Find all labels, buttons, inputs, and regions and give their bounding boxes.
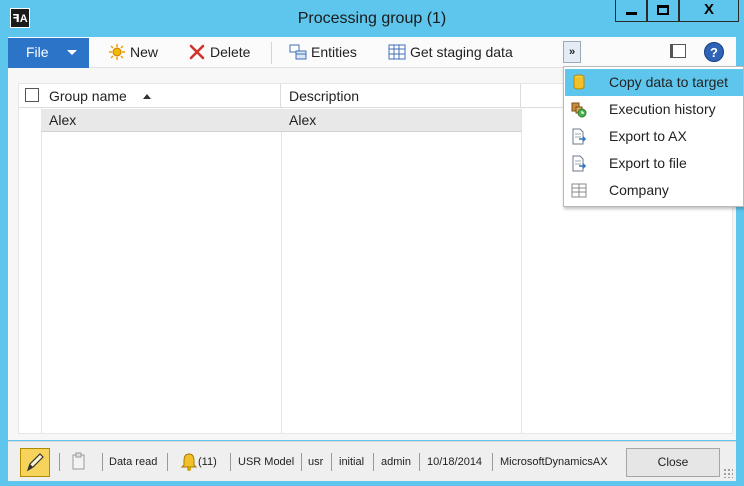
column-header-label: Group name bbox=[49, 88, 127, 104]
menu-item-label: Export to AX bbox=[609, 128, 687, 144]
cell-description[interactable]: Alex bbox=[281, 109, 521, 131]
column-divider bbox=[521, 108, 522, 433]
column-divider bbox=[41, 108, 42, 433]
layout-icon[interactable] bbox=[670, 44, 686, 58]
edit-mode-toggle[interactable] bbox=[20, 448, 50, 477]
staging-grid-icon bbox=[388, 44, 406, 60]
status-divider bbox=[419, 453, 420, 471]
entities-icon bbox=[289, 44, 307, 60]
menu-item-label: Export to file bbox=[609, 155, 687, 171]
help-icon[interactable]: ? bbox=[704, 42, 724, 62]
notification-bell-icon[interactable] bbox=[180, 452, 198, 472]
status-divider bbox=[102, 453, 103, 471]
table-row[interactable]: Alex Alex bbox=[41, 109, 521, 132]
delete-x-icon bbox=[189, 44, 205, 60]
overflow-chevron-button[interactable]: » bbox=[563, 41, 581, 63]
status-bar: Data read (11) USR Model usr initial adm… bbox=[8, 441, 736, 481]
file-menu-label: File bbox=[26, 44, 49, 60]
entities-button[interactable]: Entities bbox=[289, 43, 357, 63]
pencil-icon bbox=[26, 453, 44, 472]
column-header-label: Description bbox=[289, 88, 360, 104]
get-staging-data-button[interactable]: Get staging data bbox=[388, 43, 513, 63]
file-menu-button[interactable]: File bbox=[8, 38, 89, 68]
toolbar-divider bbox=[271, 42, 272, 64]
entities-label: Entities bbox=[311, 44, 357, 60]
maximize-icon bbox=[657, 5, 669, 15]
overflow-dropdown-menu: Copy data to target Execution history Ex… bbox=[563, 66, 744, 207]
processing-group-window: ꟻA Processing group (1) X File New Delet… bbox=[0, 0, 744, 486]
minimize-button[interactable] bbox=[615, 0, 647, 22]
action-toolbar: File New Delete Entities Get staging dat… bbox=[8, 37, 736, 68]
close-button[interactable]: Close bbox=[626, 448, 720, 477]
new-label: New bbox=[130, 44, 159, 60]
delete-button[interactable]: Delete bbox=[188, 43, 250, 63]
user-text: admin bbox=[381, 456, 411, 468]
notification-count[interactable]: (11) bbox=[198, 455, 217, 469]
database-copy-icon bbox=[573, 74, 585, 90]
status-divider bbox=[492, 453, 493, 471]
menu-item-export-to-file[interactable]: Export to file bbox=[565, 150, 743, 177]
status-divider bbox=[230, 453, 231, 471]
export-file-icon bbox=[572, 155, 587, 172]
menu-item-export-to-ax[interactable]: Export to AX bbox=[565, 123, 743, 150]
menu-item-copy-data-to-target[interactable]: Copy data to target bbox=[565, 69, 743, 96]
model-text: USR Model bbox=[238, 456, 295, 468]
menu-item-execution-history[interactable]: Execution history bbox=[565, 96, 743, 123]
minimize-icon bbox=[625, 12, 637, 15]
status-divider bbox=[301, 453, 302, 471]
status-divider bbox=[167, 453, 168, 471]
menu-item-label: Company bbox=[609, 182, 669, 198]
server-text: MicrosoftDynamicsAX bbox=[500, 456, 608, 468]
maximize-button[interactable] bbox=[647, 0, 679, 22]
column-divider bbox=[281, 108, 282, 433]
company-grid-icon bbox=[571, 183, 587, 198]
menu-item-company[interactable]: Company bbox=[565, 177, 743, 204]
status-divider bbox=[373, 453, 374, 471]
status-divider bbox=[59, 453, 60, 471]
column-header-description[interactable]: Description bbox=[281, 84, 521, 108]
title-bar[interactable]: ꟻA Processing group (1) X bbox=[0, 0, 744, 37]
sort-ascending-icon bbox=[142, 94, 151, 99]
select-all-checkbox[interactable] bbox=[25, 88, 39, 102]
new-button[interactable]: New bbox=[108, 43, 158, 63]
layer-text: usr bbox=[308, 456, 324, 468]
new-sun-icon bbox=[109, 44, 125, 60]
menu-item-label: Execution history bbox=[609, 101, 716, 117]
window-close-button[interactable]: X bbox=[679, 0, 739, 22]
get-staging-data-label: Get staging data bbox=[410, 44, 513, 60]
export-document-icon bbox=[572, 128, 587, 145]
attachment-icon[interactable] bbox=[71, 452, 87, 470]
status-divider bbox=[331, 453, 332, 471]
date-text: 10/18/2014 bbox=[427, 456, 483, 468]
column-header-group-name[interactable]: Group name bbox=[41, 84, 281, 108]
caret-down-icon bbox=[67, 50, 77, 55]
history-icon bbox=[571, 102, 587, 118]
cell-group-name[interactable]: Alex bbox=[41, 109, 281, 131]
status-text: Data read bbox=[109, 456, 158, 468]
state-text: initial bbox=[339, 456, 365, 468]
resize-grip[interactable] bbox=[723, 468, 733, 478]
delete-label: Delete bbox=[210, 44, 251, 60]
menu-item-label: Copy data to target bbox=[609, 74, 729, 90]
